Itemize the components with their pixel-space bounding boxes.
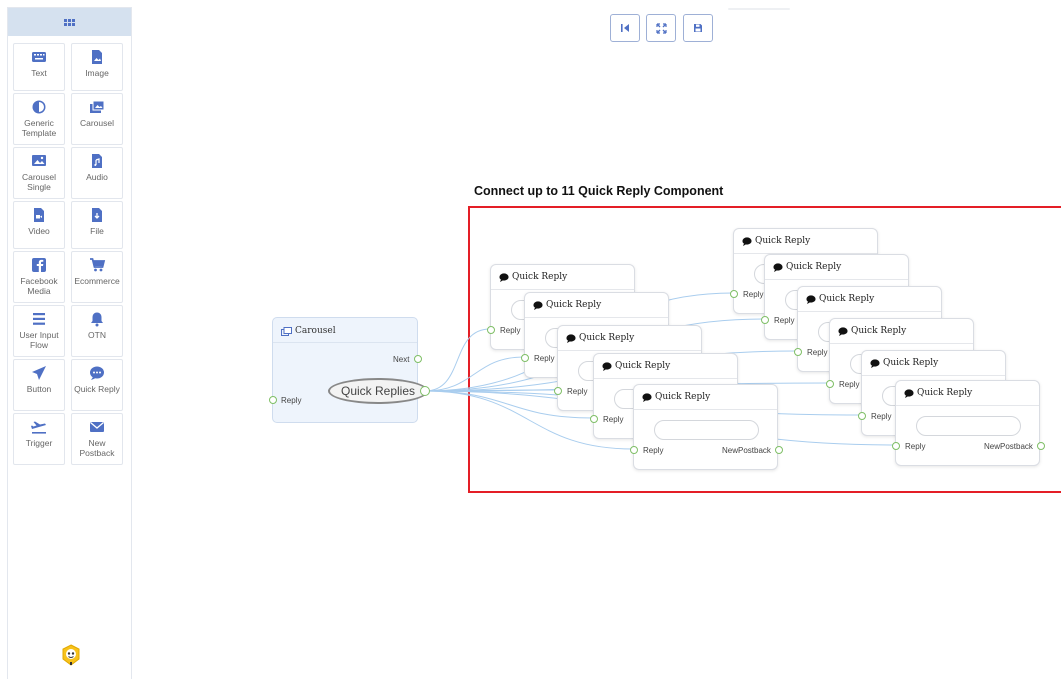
- reply-port-label: Reply: [567, 387, 588, 396]
- carousel-icon: [281, 326, 292, 336]
- reply-input-port[interactable]: [794, 348, 802, 356]
- quick-reply-text-input[interactable]: [654, 420, 759, 440]
- quick-reply-node[interactable]: Quick Reply Reply NewPostback: [630, 384, 783, 470]
- quick-reply-node-title: Quick Reply: [512, 272, 568, 282]
- quick-replies-output[interactable]: Quick Replies: [328, 378, 428, 404]
- node-divider: [558, 350, 701, 351]
- reply-port-label: Reply: [774, 316, 795, 325]
- comment-icon: [642, 392, 652, 402]
- carousel-node-title: Carousel: [295, 326, 336, 336]
- node-divider: [491, 289, 634, 290]
- quick-reply-node-header: Quick Reply: [904, 388, 972, 398]
- comment-icon: [773, 262, 783, 272]
- quick-reply-node-header: Quick Reply: [773, 262, 841, 272]
- node-divider: [594, 378, 737, 379]
- reply-input-port[interactable]: [487, 326, 495, 334]
- quick-reply-node-title: Quick Reply: [786, 262, 842, 272]
- reply-input-port[interactable]: [590, 415, 598, 423]
- comment-icon: [602, 361, 612, 371]
- quick-replies-label: Quick Replies: [340, 384, 416, 398]
- node-divider: [896, 405, 1039, 406]
- quick-reply-node-header: Quick Reply: [499, 272, 567, 282]
- node-divider: [862, 375, 1005, 376]
- flow-canvas[interactable]: Connect up to 11 Quick Reply Component C…: [0, 0, 1061, 679]
- reply-input-port[interactable]: [521, 354, 529, 362]
- postback-port-label: NewPostback: [984, 442, 1033, 451]
- reply-port-label: Reply: [839, 380, 860, 389]
- comment-icon: [838, 326, 848, 336]
- node-divider: [634, 409, 777, 410]
- reply-port-label: Reply: [281, 396, 302, 405]
- carousel-node[interactable]: Carousel Next Reply: [269, 317, 422, 423]
- quick-reply-node-title: Quick Reply: [579, 333, 635, 343]
- reply-input-port[interactable]: [826, 380, 834, 388]
- postback-port-label: NewPostback: [722, 446, 771, 455]
- quick-reply-node-title: Quick Reply: [655, 392, 711, 402]
- reply-input-port[interactable]: [554, 387, 562, 395]
- postback-output-port[interactable]: [775, 446, 783, 454]
- comment-icon: [499, 272, 509, 282]
- quick-reply-node-title: Quick Reply: [917, 388, 973, 398]
- quick-reply-node-title: Quick Reply: [755, 236, 811, 246]
- quick-reply-text-input[interactable]: [916, 416, 1021, 436]
- quick-reply-node-title: Quick Reply: [819, 294, 875, 304]
- comment-icon: [870, 358, 880, 368]
- next-port-label: Next: [393, 355, 410, 364]
- comment-icon: [533, 300, 543, 310]
- quick-reply-node-header: Quick Reply: [566, 333, 634, 343]
- quick-reply-node-header: Quick Reply: [838, 326, 906, 336]
- quick-reply-node-title: Quick Reply: [851, 326, 907, 336]
- comment-icon: [806, 294, 816, 304]
- reply-input-port[interactable]: [858, 412, 866, 420]
- comment-icon: [904, 388, 914, 398]
- comment-icon: [742, 236, 752, 246]
- reply-input-port[interactable]: [761, 316, 769, 324]
- comment-icon: [566, 333, 576, 343]
- reply-port-label: Reply: [643, 446, 664, 455]
- reply-port-label: Reply: [807, 348, 828, 357]
- node-divider: [765, 279, 908, 280]
- quick-reply-node-header: Quick Reply: [870, 358, 938, 368]
- quick-reply-node-title: Quick Reply: [615, 361, 671, 371]
- quick-reply-node-header: Quick Reply: [602, 361, 670, 371]
- reply-port-label: Reply: [743, 290, 764, 299]
- reply-input-port[interactable]: [730, 290, 738, 298]
- reply-input-port[interactable]: [630, 446, 638, 454]
- quick-replies-port[interactable]: [420, 386, 430, 396]
- quick-reply-node-title: Quick Reply: [546, 300, 602, 310]
- quick-reply-node-header: Quick Reply: [742, 236, 810, 246]
- reply-port-label: Reply: [500, 326, 521, 335]
- quick-reply-node[interactable]: Quick Reply Reply NewPostback: [892, 380, 1045, 466]
- quick-reply-node-header: Quick Reply: [806, 294, 874, 304]
- node-divider: [525, 317, 668, 318]
- carousel-node-divider: [273, 342, 417, 343]
- quick-reply-node-title: Quick Reply: [883, 358, 939, 368]
- quick-reply-node-header: Quick Reply: [533, 300, 601, 310]
- next-output-port[interactable]: [414, 355, 422, 363]
- node-divider: [830, 343, 973, 344]
- postback-output-port[interactable]: [1037, 442, 1045, 450]
- reply-port-label: Reply: [871, 412, 892, 421]
- reply-input-port[interactable]: [892, 442, 900, 450]
- connection-wire: [424, 356, 525, 392]
- reply-port-label: Reply: [905, 442, 926, 451]
- reply-port-label: Reply: [603, 415, 624, 424]
- node-divider: [798, 311, 941, 312]
- connection-wire: [424, 328, 491, 392]
- carousel-node-header: Carousel: [281, 326, 336, 336]
- reply-port-label: Reply: [534, 354, 555, 363]
- reply-input-port[interactable]: [269, 396, 277, 404]
- quick-reply-node-header: Quick Reply: [642, 392, 710, 402]
